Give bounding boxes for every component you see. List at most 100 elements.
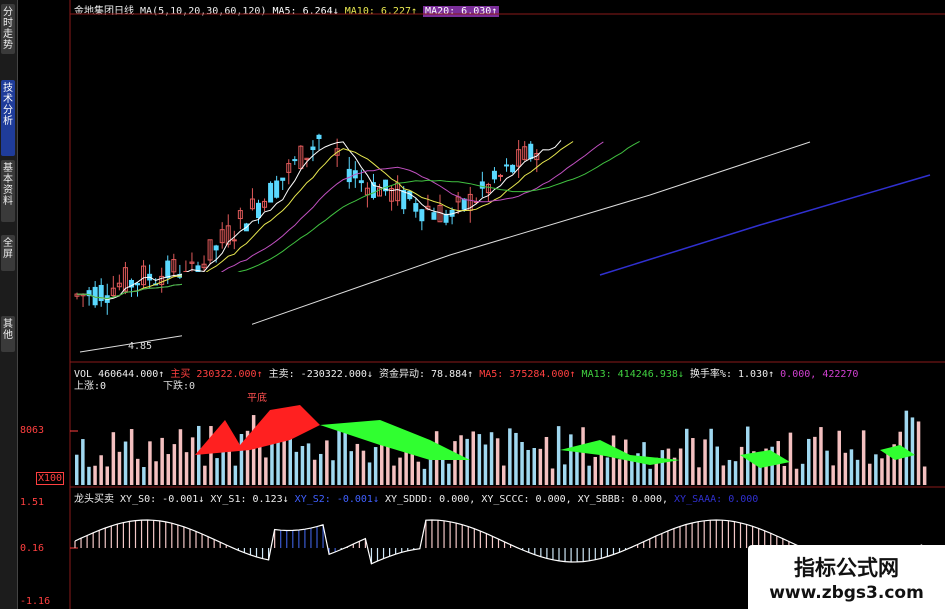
volume-bar (319, 453, 323, 485)
volume-bar (172, 444, 177, 485)
volume-bar (727, 459, 732, 485)
volume-bar (105, 466, 109, 485)
volume-bar (624, 439, 628, 485)
candle-body (510, 164, 516, 173)
volume-bar (544, 436, 549, 485)
occluded-region (182, 272, 252, 360)
volume-bar (197, 425, 201, 485)
volume-bar (203, 465, 207, 485)
volume-bar (294, 451, 299, 485)
volume-bar (880, 458, 884, 485)
volume-bar (117, 451, 122, 485)
volume-bar (685, 428, 689, 485)
volume-bar (453, 441, 457, 485)
volume-bar (739, 446, 744, 485)
candle-body (413, 203, 419, 212)
volume-bar (843, 452, 848, 485)
candle-body (346, 168, 352, 183)
volume-bar (373, 447, 378, 485)
volume-bar (129, 429, 134, 485)
volume-bar (514, 432, 518, 485)
candle-body (316, 134, 322, 140)
candle-body (268, 182, 274, 203)
volume-bar (697, 467, 701, 485)
volume-bar (251, 415, 256, 485)
volume-bar (593, 456, 597, 485)
volume-bar (910, 417, 915, 485)
volume-bar (831, 465, 835, 485)
volume-bar (264, 457, 268, 485)
volume-bar (563, 464, 567, 485)
volume-bar (325, 440, 329, 485)
volume-bar (813, 436, 817, 485)
volume-bar (337, 426, 341, 485)
candle-body (358, 180, 364, 184)
volume-bar (617, 459, 622, 485)
volume-bar (709, 428, 713, 485)
volume-bar (136, 458, 140, 485)
volume-bar (556, 426, 561, 485)
candle-body (443, 213, 449, 223)
volume-bar (849, 449, 854, 485)
volume-bar (904, 410, 909, 485)
volume-bar (349, 451, 353, 485)
volume-bar (416, 461, 421, 485)
watermark-title: 指标公式网 (794, 556, 899, 580)
volume-bar (209, 426, 213, 485)
candle-body (280, 177, 286, 181)
volume-bar (215, 458, 219, 485)
volume-bar (355, 443, 360, 485)
candle-body (431, 212, 437, 220)
volume-bar (819, 427, 823, 485)
volume-bar (807, 438, 811, 485)
volume-bar (825, 450, 829, 485)
volume-bar (611, 435, 616, 485)
volume-bar (861, 430, 866, 485)
volume-bar (142, 467, 146, 485)
volume-bar (483, 444, 488, 485)
volume-bar (87, 466, 91, 485)
candle-body (461, 198, 467, 210)
volume-bar (837, 430, 841, 485)
candle-body (504, 164, 510, 167)
volume-bar (306, 443, 311, 485)
candle-body (310, 146, 316, 151)
volume-bar (581, 427, 585, 485)
volume-bar (471, 431, 475, 485)
volume-bar (447, 463, 451, 485)
main-sell-area (320, 420, 470, 460)
volume-bar (495, 438, 500, 485)
candle-body (231, 239, 237, 242)
volume-bar (233, 465, 238, 485)
candle-body (498, 174, 503, 177)
volume-bar (190, 437, 195, 485)
candle-body (165, 260, 171, 279)
volume-bar (508, 428, 512, 485)
volume-bar (733, 461, 738, 485)
volume-bar (270, 439, 274, 485)
volume-bar (691, 438, 695, 485)
volume-bar (550, 468, 555, 485)
volume-bar (855, 459, 860, 485)
volume-bar (75, 454, 79, 485)
volume-bar (465, 438, 469, 485)
volume-bar (81, 439, 85, 485)
volume-bar (575, 448, 579, 485)
volume-bar (538, 448, 543, 485)
candle-body (135, 283, 140, 286)
volume-bar (630, 459, 634, 485)
chart-canvas[interactable]: 4.85 (0, 0, 945, 609)
candle-body (401, 189, 407, 210)
candle-body (419, 209, 425, 222)
volume-bar (361, 450, 366, 485)
volume-bar (111, 432, 116, 485)
volume-bar (788, 432, 793, 485)
candle-body (213, 245, 219, 251)
volume-bar (154, 461, 158, 485)
volume-bar (99, 455, 103, 485)
volume-bar (441, 456, 445, 485)
volume-bar (648, 468, 652, 485)
watermark-logo: 指标公式网 www.zbgs3.com (748, 545, 945, 609)
candle-body (528, 143, 534, 160)
volume-bar (678, 448, 683, 485)
